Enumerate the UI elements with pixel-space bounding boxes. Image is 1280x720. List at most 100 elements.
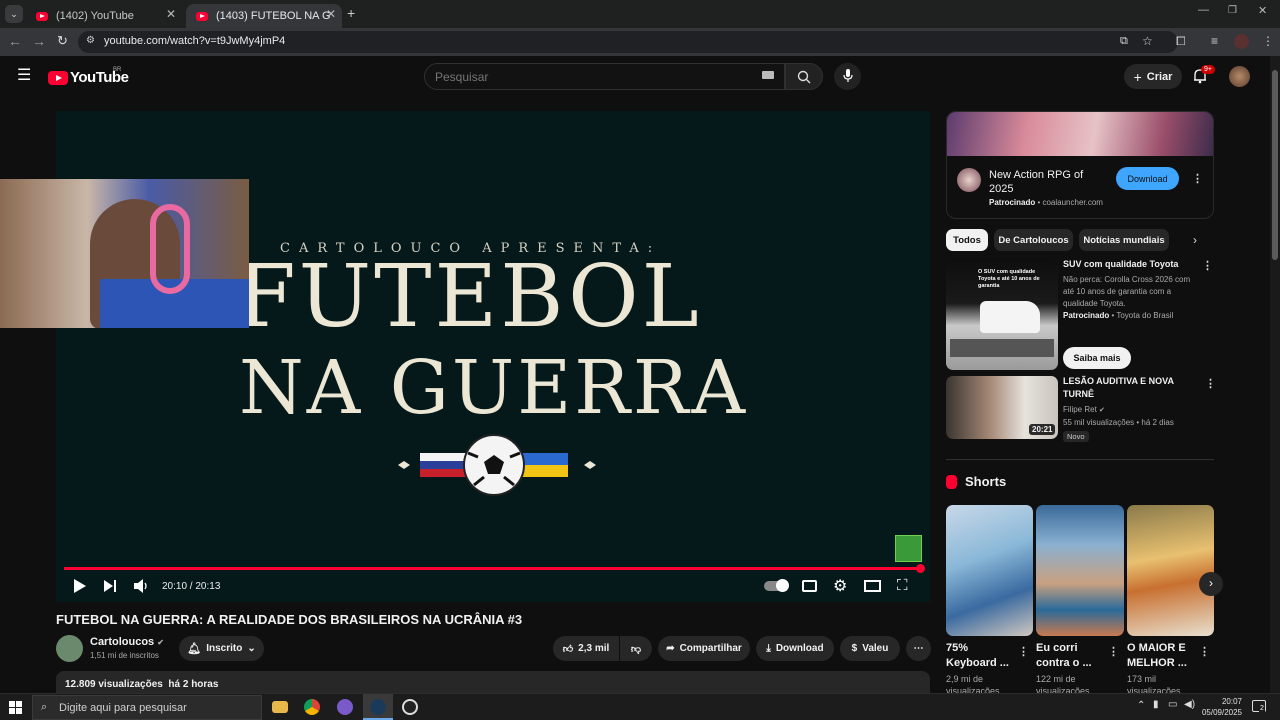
channel-watermark[interactable] — [895, 535, 922, 562]
restore-window-icon[interactable]: ❐ — [1228, 5, 1237, 16]
chips-next-icon[interactable]: › — [1193, 233, 1197, 247]
short-more-icon[interactable]: ⋮ — [1018, 645, 1029, 658]
ad-banner-image[interactable] — [947, 112, 1213, 156]
microphone-tray-icon[interactable]: ▮ — [1153, 699, 1159, 710]
create-button[interactable]: + Criar — [1124, 64, 1182, 89]
search-button[interactable] — [785, 63, 823, 90]
short-thumbnail[interactable] — [946, 505, 1033, 636]
fullscreen-icon[interactable]: ⛶ — [897, 577, 908, 594]
site-info-icon[interactable]: ⚙ — [86, 35, 95, 46]
sidebar-ad-card[interactable]: New Action RPG of 2025 Patrocinado • coa… — [946, 111, 1214, 219]
minimize-window-icon[interactable]: — — [1198, 4, 1209, 16]
notifications-button[interactable]: 9+ — [1193, 65, 1215, 89]
subtitles-icon[interactable] — [802, 580, 817, 592]
next-video-icon[interactable] — [104, 579, 116, 593]
search-box[interactable] — [424, 63, 785, 90]
chip-noticias-mundiais[interactable]: Notícias mundiais — [1079, 229, 1169, 251]
theater-mode-icon[interactable] — [864, 580, 881, 592]
autoplay-toggle[interactable] — [764, 579, 789, 592]
network-icon[interactable]: ▭ — [1168, 699, 1177, 710]
short-more-icon[interactable]: ⋮ — [1199, 645, 1210, 658]
chip-de-cartoloucos[interactable]: De Cartoloucos — [994, 229, 1073, 251]
views-and-date: 12.809 visualizações há 2 horas — [65, 679, 219, 690]
close-window-icon[interactable]: ✕ — [1258, 4, 1267, 17]
related-video-more-icon[interactable]: ⋮ — [1205, 377, 1216, 390]
tab-search-button[interactable]: ⌄ — [5, 5, 23, 23]
hamburger-menu-icon[interactable]: ☰ — [17, 68, 31, 84]
subscribed-button[interactable]: 🔔︎ Inscrito ⌄ — [179, 636, 264, 661]
short-title[interactable]: Eu corri contra o ... — [1036, 641, 1106, 671]
short-title[interactable]: 75% Keyboard ... — [946, 641, 1016, 671]
tab-youtube-home[interactable]: (1402) YouTube ✕ — [26, 4, 182, 28]
obs-icon[interactable] — [402, 699, 418, 715]
ad-title[interactable]: New Action RPG of 2025 — [989, 168, 1109, 196]
promo-more-icon[interactable]: ⋮ — [1202, 259, 1213, 272]
channel-name-text[interactable]: Cartoloucos — [90, 636, 154, 648]
install-app-icon[interactable]: ⧉ — [1120, 35, 1128, 48]
share-button[interactable]: ➦ Compartilhar — [658, 636, 750, 661]
ad-more-icon[interactable]: ⋮ — [1192, 172, 1203, 185]
discord-icon[interactable] — [337, 699, 353, 715]
steam-taskbar-item[interactable] — [363, 694, 393, 720]
profile-avatar[interactable] — [1234, 34, 1249, 49]
search-input[interactable] — [425, 64, 745, 90]
account-avatar[interactable] — [1229, 66, 1250, 87]
related-video-title[interactable]: LESÃO AUDITIVA E NOVA TURNÊ — [1063, 375, 1188, 401]
short-title[interactable]: O MAIOR E MELHOR ... — [1127, 641, 1197, 671]
chrome-icon[interactable] — [304, 699, 320, 715]
scrollbar-thumb[interactable] — [1272, 70, 1278, 260]
ad-download-button[interactable]: Download — [1116, 167, 1179, 190]
download-button[interactable]: ⤓ Download — [756, 636, 834, 661]
new-tab-button[interactable]: + — [347, 5, 355, 21]
dislike-button[interactable]: 👎︎ — [620, 636, 652, 661]
promo-title[interactable]: SUV com qualidade Toyota — [1063, 258, 1178, 271]
shorts-next-button[interactable]: › — [1199, 572, 1223, 596]
notification-badge: 9+ — [1201, 65, 1215, 74]
settings-gear-icon[interactable]: ⚙ — [833, 576, 847, 596]
close-tab-icon[interactable]: ✕ — [326, 7, 336, 21]
taskbar-clock[interactable]: 20:07 05/09/2025 — [1198, 696, 1242, 718]
short-thumbnail[interactable] — [1036, 505, 1124, 636]
taskbar-search[interactable]: ⌕ Digite aqui para pesquisar — [32, 695, 262, 720]
youtube-logo[interactable]: YouTube BR — [48, 67, 129, 86]
sponsored-label: Patrocinado — [989, 198, 1036, 207]
chip-todos[interactable]: Todos — [946, 229, 988, 251]
promo-thumbnail[interactable]: O SUV com qualidade Toyota e até 10 anos… — [946, 259, 1058, 370]
promo-sponsored-label: Patrocinado — [1063, 311, 1110, 320]
windows-start-icon[interactable] — [9, 701, 22, 714]
omnibox[interactable]: ⚙ youtube.com/watch?v=t9JwMy4jmP4 ⧉ ☆ — [78, 31, 1178, 53]
channel-avatar[interactable] — [56, 635, 83, 662]
reading-list-icon[interactable]: ≡ — [1211, 34, 1218, 48]
close-tab-icon[interactable]: ✕ — [166, 7, 176, 21]
notification-center-icon[interactable]: 2 — [1252, 700, 1266, 712]
related-channel-name[interactable]: Filipe Ret — [1063, 405, 1097, 414]
bookmark-star-icon[interactable]: ☆ — [1142, 34, 1153, 48]
thumbs-up-icon: 👍︎ — [562, 643, 574, 655]
channel-name[interactable]: Cartoloucos ✔ — [90, 636, 164, 648]
promo-cta-button[interactable]: Saiba mais — [1063, 347, 1131, 369]
keyboard-icon[interactable] — [762, 71, 774, 79]
thanks-button[interactable]: $ Valeu — [840, 636, 900, 661]
extensions-icon[interactable]: ⧠ — [1176, 34, 1186, 49]
tab-current-video[interactable]: (1403) FUTEBOL NA GUERRA: A ✕ — [186, 4, 342, 28]
short-thumbnail[interactable] — [1127, 505, 1214, 636]
related-video-channel[interactable]: Filipe Ret ✔ — [1063, 404, 1105, 417]
volume-tray-icon[interactable]: ◀) — [1184, 699, 1195, 710]
volume-icon[interactable] — [134, 579, 150, 593]
show-hidden-icons[interactable]: ⌃ — [1137, 700, 1145, 711]
voice-search-button[interactable] — [834, 63, 861, 90]
url-text[interactable]: youtube.com/watch?v=t9JwMy4jmP4 — [104, 35, 285, 47]
scrubber-handle[interactable] — [916, 564, 925, 573]
back-arrow-icon[interactable]: ← — [8, 33, 22, 49]
file-explorer-icon[interactable] — [272, 701, 288, 713]
play-icon[interactable] — [74, 579, 86, 593]
browser-tab-bar: ⌄ (1402) YouTube ✕ (1403) FUTEBOL NA GUE… — [0, 0, 1280, 28]
ad-logo[interactable] — [957, 168, 981, 192]
more-actions-button[interactable]: ⋯ — [906, 636, 931, 661]
forward-arrow-icon[interactable]: → — [32, 33, 46, 49]
reload-icon[interactable]: ↻ — [57, 33, 68, 49]
like-button[interactable]: 👍︎ 2,3 mil — [553, 636, 619, 661]
bell-icon: 🔔︎ — [187, 643, 202, 655]
chrome-menu-icon[interactable]: ⋮ — [1262, 34, 1274, 48]
short-more-icon[interactable]: ⋮ — [1108, 645, 1119, 658]
